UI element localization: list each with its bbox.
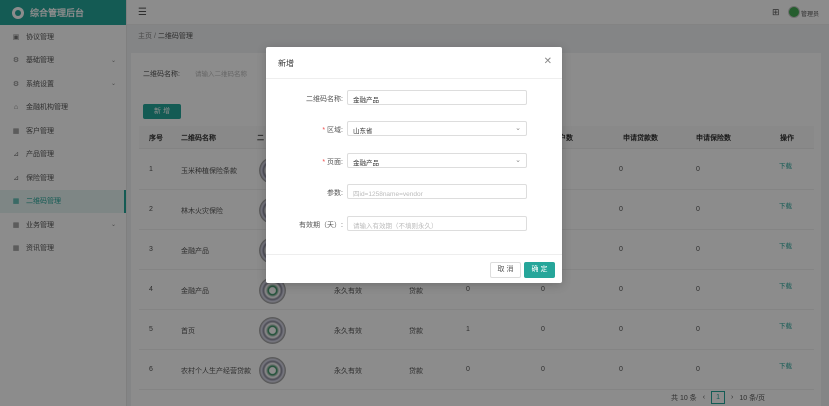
validity-label: 有效期（天）:	[299, 222, 343, 229]
page-label-text: 页面:	[327, 159, 343, 166]
page-label: * 页面:	[322, 159, 343, 166]
chevron-down-icon: ⌄	[515, 125, 521, 132]
name-label: 二维码名称:	[306, 96, 343, 103]
page-select[interactable]: 金融产品 ⌄	[347, 153, 527, 168]
region-value: 山东省	[353, 128, 373, 135]
validity-input[interactable]: 请输入有效期（不填则永久）	[347, 216, 527, 231]
region-select[interactable]: 山东省 ⌄	[347, 121, 527, 136]
region-label-text: 区域:	[327, 127, 343, 134]
add-dialog: 新增 ✕ 二维码名称: 金融产品 * 区域: 山东省 ⌄ * 页面: 金融产品 ⌄ …	[266, 47, 562, 283]
confirm-button[interactable]: 确 定	[524, 262, 555, 278]
chevron-down-icon: ⌄	[515, 157, 521, 164]
divider	[266, 78, 562, 79]
page-value: 金融产品	[353, 160, 379, 167]
dialog-title: 新增	[278, 59, 294, 68]
close-icon[interactable]: ✕	[544, 56, 552, 67]
region-label: * 区域:	[322, 127, 343, 134]
divider	[266, 254, 562, 255]
name-input[interactable]: 金融产品	[347, 90, 527, 105]
params-label: 参数:	[327, 190, 343, 197]
params-input[interactable]: 四id=1258name=vendor	[347, 184, 527, 199]
cancel-button[interactable]: 取 消	[490, 262, 521, 278]
